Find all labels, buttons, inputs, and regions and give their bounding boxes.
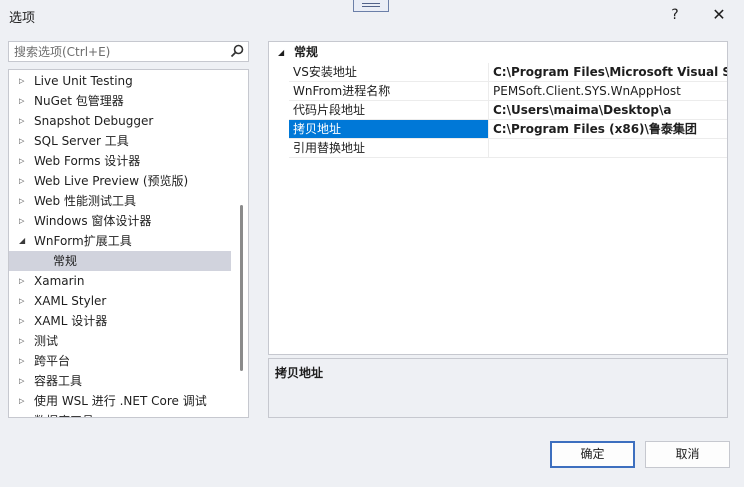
tree-item[interactable]: ▷ 数据库工具 [9, 411, 231, 417]
tree-item[interactable]: ▷ 测试 [9, 331, 231, 351]
ok-button[interactable]: 确定 [550, 441, 635, 468]
collapsed-arrow-icon[interactable]: ▷ [19, 271, 29, 291]
property-name[interactable]: 代码片段地址 [289, 101, 489, 120]
category-label: 常规 [294, 45, 319, 59]
tree-item-label: Live Unit Testing [34, 74, 133, 88]
title-bar: 选项 ? ✕ [0, 0, 744, 30]
tree-item[interactable]: ▷ 跨平台 [9, 351, 231, 371]
tree-item[interactable]: ▷ Web Live Preview (预览版) [9, 171, 231, 191]
tree-item-label: 跨平台 [34, 354, 71, 368]
tree-item[interactable]: ◢ WnForm扩展工具 [9, 231, 231, 251]
search-input[interactable] [9, 42, 237, 61]
drag-handle[interactable] [353, 0, 389, 12]
collapsed-arrow-icon[interactable]: ▷ [19, 171, 29, 191]
collapsed-arrow-icon[interactable]: ▷ [19, 111, 29, 131]
collapsed-arrow-icon[interactable]: ▷ [19, 371, 29, 391]
category-row[interactable]: ◢ 常规 [269, 42, 727, 63]
tree-item-label: WnForm扩展工具 [34, 234, 132, 248]
collapsed-arrow-icon[interactable]: ▷ [19, 91, 29, 111]
expanded-arrow-icon[interactable]: ◢ [19, 231, 29, 251]
tree-item[interactable]: ▷ Live Unit Testing [9, 71, 231, 91]
collapsed-arrow-icon[interactable]: ▷ [19, 71, 29, 91]
tree-item-label: 测试 [34, 334, 59, 348]
tree-item-label: SQL Server 工具 [34, 134, 129, 148]
property-name[interactable]: 拷贝地址 [289, 120, 489, 139]
tree-item-label: Windows 窗体设计器 [34, 214, 152, 228]
tree-item[interactable]: 常规 [9, 251, 231, 271]
collapsed-arrow-icon[interactable]: ▷ [19, 311, 29, 331]
property-name[interactable]: VS安装地址 [289, 63, 489, 82]
property-value[interactable]: C:\Users\maima\Desktop\a [489, 101, 727, 120]
property-value[interactable]: C:\Program Files (x86)\鲁泰集团 [489, 120, 727, 139]
tree-item[interactable]: ▷ 容器工具 [9, 371, 231, 391]
help-button[interactable]: ? [662, 4, 688, 26]
tree-item-label: 常规 [53, 254, 78, 268]
property-value[interactable]: PEMSoft.Client.SYS.WnAppHost [489, 82, 727, 101]
description-title: 拷贝地址 [275, 366, 324, 380]
window-title: 选项 [9, 11, 36, 26]
tree-item[interactable]: ▷ Xamarin [9, 271, 231, 291]
property-name[interactable]: WnFrom进程名称 [289, 82, 489, 101]
collapsed-arrow-icon[interactable]: ▷ [19, 211, 29, 231]
tree-item-label: XAML Styler [34, 294, 107, 308]
tree-item-label: Web 性能测试工具 [34, 194, 136, 208]
collapse-icon[interactable]: ◢ [278, 42, 284, 63]
tree-item[interactable]: ▷ 使用 WSL 进行 .NET Core 调试 [9, 391, 231, 411]
tree-item-label: NuGet 包管理器 [34, 94, 124, 108]
collapsed-arrow-icon[interactable]: ▷ [19, 151, 29, 171]
collapsed-arrow-icon[interactable]: ▷ [19, 131, 29, 151]
collapsed-arrow-icon[interactable]: ▷ [19, 191, 29, 211]
search-icon[interactable] [230, 44, 244, 58]
tree-item-label: 数据库工具 [34, 411, 94, 417]
property-value[interactable]: C:\Program Files\Microsoft Visual Studio [489, 63, 727, 82]
collapsed-arrow-icon[interactable]: ▷ [19, 391, 29, 411]
tree-item[interactable]: ▷ Snapshot Debugger [9, 111, 231, 131]
tree-item[interactable]: ▷ NuGet 包管理器 [9, 91, 231, 111]
property-row[interactable]: 代码片段地址 C:\Users\maima\Desktop\a [269, 101, 727, 120]
description-panel: 拷贝地址 [268, 358, 728, 418]
tree-item-label: Web Forms 设计器 [34, 154, 141, 168]
search-box[interactable] [8, 41, 249, 62]
tree-item[interactable]: ▷ SQL Server 工具 [9, 131, 231, 151]
tree-item-label: Xamarin [34, 274, 85, 288]
property-row[interactable]: 拷贝地址 C:\Program Files (x86)\鲁泰集团 [269, 120, 727, 139]
tree-scrollbar-thumb[interactable] [240, 205, 243, 371]
tree-item-label: 使用 WSL 进行 .NET Core 调试 [34, 394, 207, 408]
property-grid[interactable]: ◢ 常规 VS安装地址 C:\Program Files\Microsoft Vi… [268, 41, 728, 355]
tree-item[interactable]: ▷ Web 性能测试工具 [9, 191, 231, 211]
tree-item-label: 容器工具 [34, 374, 83, 388]
tree-item-label: Web Live Preview (预览版) [34, 174, 189, 188]
close-button[interactable]: ✕ [706, 4, 732, 26]
collapsed-arrow-icon[interactable]: ▷ [19, 411, 29, 417]
tree-item-label: XAML 设计器 [34, 314, 108, 328]
property-row[interactable]: 引用替换地址 [269, 139, 727, 158]
property-value[interactable] [489, 139, 727, 158]
options-tree[interactable]: ▷ Live Unit Testing ▷ NuGet 包管理器 ▷ Snapshot D… [8, 69, 249, 418]
tree-item-label: Snapshot Debugger [34, 114, 154, 128]
tree-item[interactable]: ▷ XAML 设计器 [9, 311, 231, 331]
tree-item[interactable]: ▷ Windows 窗体设计器 [9, 211, 231, 231]
property-row[interactable]: VS安装地址 C:\Program Files\Microsoft Visual … [269, 63, 727, 82]
property-row[interactable]: WnFrom进程名称 PEMSoft.Client.SYS.WnAppHost [269, 82, 727, 101]
tree-item[interactable]: ▷ XAML Styler [9, 291, 231, 311]
property-name[interactable]: 引用替换地址 [289, 139, 489, 158]
cancel-button[interactable]: 取消 [645, 441, 730, 468]
collapsed-arrow-icon[interactable]: ▷ [19, 291, 29, 311]
collapsed-arrow-icon[interactable]: ▷ [19, 331, 29, 351]
tree-item[interactable]: ▷ Web Forms 设计器 [9, 151, 231, 171]
collapsed-arrow-icon[interactable]: ▷ [19, 351, 29, 371]
